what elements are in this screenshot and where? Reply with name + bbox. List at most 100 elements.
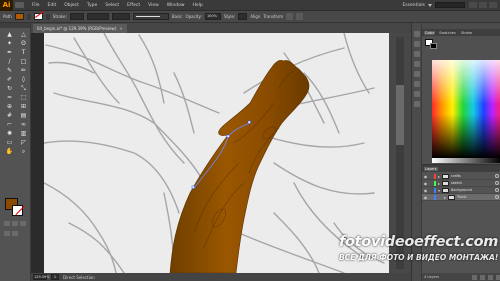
eyedropper-tool[interactable]: ⌐	[4, 121, 15, 128]
symbol-sprayer-tool[interactable]: ✺	[4, 130, 15, 137]
stroke-dropdown[interactable]	[45, 13, 50, 20]
symbols-icon[interactable]	[414, 51, 420, 57]
stroke-weight-field[interactable]	[69, 13, 84, 20]
visibility-eye-icon[interactable]: ◉	[422, 187, 429, 194]
blend-tool[interactable]: ∞	[18, 121, 29, 128]
stroke-icon[interactable]	[414, 101, 420, 107]
graphic-styles-icon[interactable]	[414, 61, 420, 67]
slice-tool[interactable]: ◸	[18, 139, 29, 146]
layer-name[interactable]: crafts	[451, 174, 495, 178]
artboard-tool[interactable]: ▭	[4, 139, 15, 146]
rotate-tool[interactable]: ↻	[4, 85, 15, 92]
delete-layer-button[interactable]	[496, 274, 500, 280]
bridge-button[interactable]	[15, 2, 24, 8]
workspace-switcher[interactable]: Essentials	[402, 2, 465, 8]
lasso-tool[interactable]: ʘ	[18, 40, 29, 47]
target-circle-icon[interactable]	[495, 181, 499, 185]
width-tool[interactable]: ≈	[4, 94, 15, 101]
layer-name[interactable]: Trunk	[457, 195, 495, 199]
zoom-field[interactable]: 129.39%	[33, 274, 50, 280]
eraser-tool[interactable]: ◊	[18, 76, 29, 83]
tab-stroke[interactable]: Stroke	[460, 31, 473, 35]
artboard[interactable]	[44, 33, 389, 273]
tab-color[interactable]: Color	[424, 30, 436, 35]
scale-tool[interactable]: ⤡	[18, 85, 29, 92]
graphic-style-swatch[interactable]	[238, 13, 248, 20]
help-search-input[interactable]	[435, 2, 465, 8]
fill-swatch[interactable]	[14, 13, 24, 20]
menu-edit[interactable]: Edit	[44, 0, 61, 11]
line-tool[interactable]: /	[4, 58, 15, 65]
scroll-thumb[interactable]	[396, 85, 404, 145]
new-layer-button[interactable]	[488, 274, 493, 280]
current-tool-status[interactable]: Direct Selection	[63, 275, 95, 280]
screen-mode-button[interactable]	[12, 231, 18, 236]
variable-width-profile[interactable]	[86, 13, 109, 20]
opacity-field[interactable]: 100%	[204, 13, 221, 20]
menu-window[interactable]: Window	[163, 0, 189, 11]
stroke-preview[interactable]	[132, 13, 169, 20]
mesh-tool[interactable]: #	[4, 112, 15, 119]
layer-row[interactable]: ◉ ▸ Trunk	[422, 194, 500, 201]
target-circle-icon[interactable]	[495, 195, 499, 199]
blob-brush-tool[interactable]: ✐	[4, 76, 15, 83]
gradient-button[interactable]	[12, 221, 18, 226]
appearance-icon[interactable]	[414, 71, 420, 77]
paintbrush-tool[interactable]: ✎	[4, 67, 15, 74]
zoom-tool[interactable]: ⌕	[18, 148, 29, 155]
stroke-color-swatch[interactable]	[12, 205, 23, 216]
selection-tool[interactable]: ▲	[4, 31, 15, 38]
layer-name[interactable]: Background	[451, 188, 495, 192]
close-icon[interactable]: ×	[119, 26, 122, 31]
menu-help[interactable]: Help	[189, 0, 207, 11]
visibility-eye-icon[interactable]: ◉	[422, 194, 429, 201]
tab-layers[interactable]: Layers	[424, 166, 438, 171]
gradient-icon[interactable]	[414, 91, 420, 97]
menu-view[interactable]: View	[144, 0, 163, 11]
visibility-eye-icon[interactable]: ◉	[422, 173, 429, 180]
shape-builder-tool[interactable]: ⊕	[4, 103, 15, 110]
menu-object[interactable]: Object	[60, 0, 83, 11]
menu-effect[interactable]: Effect	[123, 0, 144, 11]
recolor-icon[interactable]	[296, 13, 304, 20]
rectangle-tool[interactable]: □	[18, 58, 29, 65]
type-tool[interactable]: T	[18, 49, 29, 56]
menu-type[interactable]: Type	[83, 0, 101, 11]
document-tab[interactable]: 04_begin.ai* @ 129.39% (RGB/Preview) ×	[33, 24, 127, 33]
new-sublayer-button[interactable]	[480, 274, 485, 280]
perspective-grid-tool[interactable]: ⊞	[18, 103, 29, 110]
fill-dropdown[interactable]	[26, 13, 31, 20]
brushes-icon[interactable]	[414, 41, 420, 47]
locate-object-button[interactable]	[472, 274, 477, 280]
layer-name[interactable]: sketch	[451, 181, 495, 185]
align-label[interactable]: Align	[250, 14, 260, 19]
magic-wand-tool[interactable]: ✦	[4, 40, 15, 47]
transform-label[interactable]: Transform	[263, 14, 283, 19]
target-circle-icon[interactable]	[495, 174, 499, 178]
artboard-number-field[interactable]: 1	[51, 274, 59, 280]
close-window-button[interactable]	[489, 2, 497, 8]
maximize-button[interactable]	[479, 2, 487, 8]
canvas-area[interactable]	[31, 33, 389, 273]
gradient-tool[interactable]: ▤	[18, 112, 29, 119]
color-guide-icon[interactable]	[414, 31, 420, 37]
pencil-tool[interactable]: ✏	[18, 67, 29, 74]
brush-definition[interactable]	[111, 13, 130, 20]
none-button[interactable]	[20, 221, 26, 226]
tab-swatches[interactable]: Swatches	[438, 31, 457, 35]
direct-selection-tool[interactable]: △	[18, 31, 29, 38]
color-button[interactable]	[4, 221, 10, 226]
free-transform-tool[interactable]: ⬚	[18, 94, 29, 101]
grayscale-ramp[interactable]	[432, 158, 500, 163]
transparency-icon[interactable]	[414, 81, 420, 87]
color-spectrum[interactable]	[432, 60, 500, 158]
isolate-icon[interactable]	[286, 13, 294, 20]
menu-select[interactable]: Select	[101, 0, 123, 11]
target-circle-icon[interactable]	[495, 188, 499, 192]
pen-tool[interactable]: ✒	[4, 49, 15, 56]
stroke-swatch[interactable]	[33, 13, 43, 20]
minimize-button[interactable]	[469, 2, 477, 8]
color-panel-stroke[interactable]	[430, 43, 437, 49]
draw-normal-button[interactable]	[4, 231, 10, 236]
hand-tool[interactable]: ✋	[4, 148, 15, 155]
